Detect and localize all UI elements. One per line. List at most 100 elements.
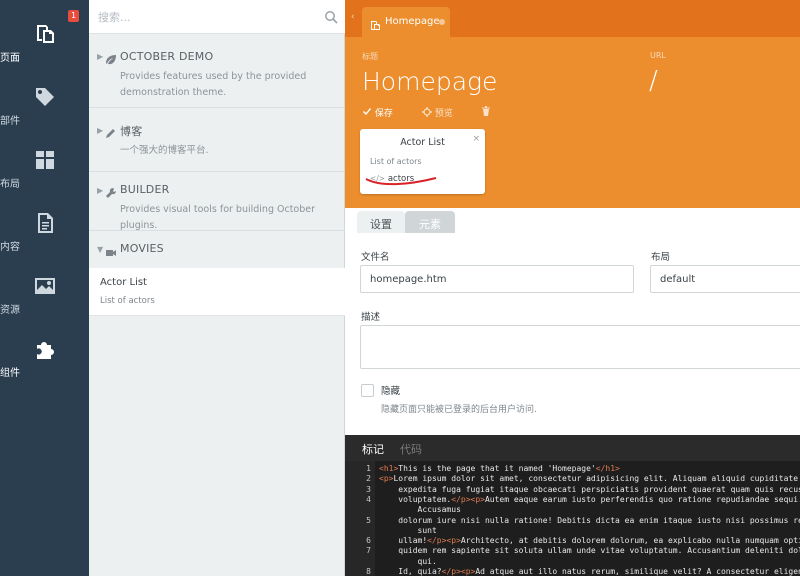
description-label: 描述	[361, 312, 381, 323]
url-input[interactable]: /	[649, 66, 658, 96]
plugin-group-movies[interactable]: ▼ MOVIES	[89, 231, 345, 268]
file-name-input[interactable]: homepage.htm	[360, 265, 634, 293]
hidden-checkbox[interactable]	[361, 384, 374, 397]
code-editor[interactable]: 标记 代码 1 <h1>This is the page that it name…	[345, 435, 800, 576]
pages-icon	[32, 22, 58, 46]
save-button[interactable]: 保存	[362, 106, 393, 119]
preview-button[interactable]: 预览	[422, 106, 453, 119]
component-card-title: Actor List	[400, 137, 445, 148]
preview-label: 预览	[434, 109, 453, 119]
code-line: expedita fuga fugiat itaque obcaecati pe…	[379, 484, 800, 494]
hidden-label: 隐藏	[381, 386, 401, 397]
layouts-icon	[32, 148, 58, 172]
nav-item-partials[interactable]: 部件	[0, 73, 89, 136]
nav-label: 资源	[0, 305, 20, 316]
crosshair-icon	[422, 107, 432, 117]
line-number: 2	[366, 474, 371, 484]
code-line: Id, quia?</p><p>Ad atque aut illo natus …	[379, 567, 800, 576]
line-number: 4	[366, 494, 371, 504]
chevron-left-icon[interactable]: ‹	[351, 12, 355, 22]
components-icon	[32, 337, 58, 361]
title-input[interactable]: Homepage	[362, 67, 497, 96]
nav-label: 页面	[0, 53, 20, 64]
partials-icon	[32, 85, 58, 109]
nav-item-layouts[interactable]: 布局	[0, 136, 89, 199]
video-camera-icon	[105, 244, 117, 256]
code-line: dolorum iure nisi nulla ratione! Debitis…	[379, 515, 800, 525]
line-number: 6	[366, 536, 371, 546]
caret-right-icon: ▶	[97, 52, 104, 61]
line-number: 5	[366, 515, 371, 525]
component-card-actors[interactable]: Actor List × List of actors </> actors	[360, 129, 485, 194]
caret-right-icon: ▶	[97, 126, 104, 135]
pencil-icon	[105, 124, 117, 138]
main-nav: 页面 1 部件 布局 内容 资源 组件	[0, 0, 89, 576]
tab-label: Homepage	[385, 16, 440, 27]
plugin-group-title: 博客	[120, 125, 143, 138]
component-card-desc: List of actors	[370, 157, 422, 166]
code-line: ullam!</p><p>Architecto, at debitis dolo…	[379, 536, 800, 546]
code-line: voluptatem.</p><p>Autem eaque earum iust…	[379, 494, 800, 504]
component-item-actor-list[interactable]: Actor List List of actors	[89, 268, 345, 316]
check-icon	[363, 108, 371, 115]
nav-item-assets[interactable]: 资源	[0, 262, 89, 325]
plugin-group-title: MOVIES	[120, 242, 164, 255]
search-input[interactable]: 搜索...	[98, 9, 131, 25]
delete-button[interactable]	[481, 106, 491, 118]
tab-close-dot-icon[interactable]	[439, 19, 445, 25]
page-editor: ‹ Homepage 标题 Homepage URL / 保存 预览 Actor…	[345, 0, 800, 576]
caret-right-icon: ▶	[97, 186, 104, 195]
line-number: 1	[366, 464, 371, 473]
editor-header: ‹ Homepage 标题 Homepage URL / 保存 预览 Actor…	[345, 0, 800, 208]
save-label: 保存	[374, 109, 393, 119]
plugin-group-october-demo[interactable]: ▶ OCTOBER DEMO Provides features used by…	[89, 34, 345, 108]
plugin-group-desc: 一个强大的博客平台.	[120, 145, 209, 156]
line-number: 7	[366, 546, 371, 556]
plugin-group-blog[interactable]: ▶ 博客 一个强大的博客平台.	[89, 108, 345, 172]
nav-item-content[interactable]: 内容	[0, 199, 89, 262]
code-icon: </>	[370, 174, 386, 183]
nav-label: 布局	[0, 179, 20, 190]
component-browser: 搜索... ▶ OCTOBER DEMO Provides features u…	[89, 0, 345, 576]
search-box[interactable]: 搜索...	[89, 0, 345, 34]
layout-select[interactable]: default	[650, 265, 800, 293]
code-line: qui.	[379, 556, 437, 566]
plugin-group-builder[interactable]: ▶ BUILDER Provides visual tools for buil…	[89, 172, 345, 231]
file-name-label: 文件名	[361, 252, 390, 263]
title-label: 标题	[362, 52, 378, 61]
nav-label: 内容	[0, 242, 20, 253]
code-line: Accusamus	[379, 505, 461, 515]
url-label: URL	[650, 51, 666, 60]
code-line: sunt	[379, 525, 437, 535]
tab-homepage[interactable]: Homepage	[362, 7, 450, 37]
layout-label: 布局	[651, 252, 671, 263]
plugin-group-desc: Provides visual tools for building Octob…	[120, 204, 316, 231]
line-number: 8	[366, 567, 371, 576]
notification-badge: 1	[68, 10, 79, 22]
plugin-group-desc: Provides features used by the provided d…	[120, 71, 307, 98]
assets-icon	[32, 274, 58, 298]
tab-code[interactable]: 代码	[400, 441, 422, 457]
search-icon[interactable]	[324, 9, 338, 24]
code-line: <h1>This is the page that it named 'Home…	[379, 464, 620, 473]
hidden-help-text: 隐藏页面只能被已登录的后台用户访问.	[381, 405, 537, 415]
description-textarea[interactable]	[360, 325, 800, 369]
settings-form: 文件名 homepage.htm 布局 default 描述 隐藏 隐藏页面只能…	[345, 233, 800, 433]
code-line: quidem rem sapiente sit soluta ullam und…	[379, 546, 800, 556]
nav-label: 组件	[0, 368, 20, 379]
component-title: Actor List	[100, 277, 147, 288]
caret-down-icon: ▼	[97, 245, 104, 254]
leaf-icon	[105, 51, 117, 65]
content-icon	[32, 211, 58, 235]
alias-label: actors	[387, 174, 415, 184]
plugin-group-title: OCTOBER DEMO	[120, 50, 214, 63]
tab-markup[interactable]: 标记	[362, 441, 384, 457]
code-line: <p>Lorem ipsum dolor sit amet, consectet…	[379, 474, 799, 484]
nav-label: 部件	[0, 116, 20, 127]
component-alias: </> actors	[370, 174, 414, 184]
close-icon[interactable]: ×	[472, 134, 480, 144]
plugin-group-title: BUILDER	[120, 183, 170, 196]
document-tabbar: ‹ Homepage	[345, 0, 800, 37]
nav-item-components[interactable]: 组件	[0, 325, 89, 388]
trash-icon	[482, 106, 490, 116]
